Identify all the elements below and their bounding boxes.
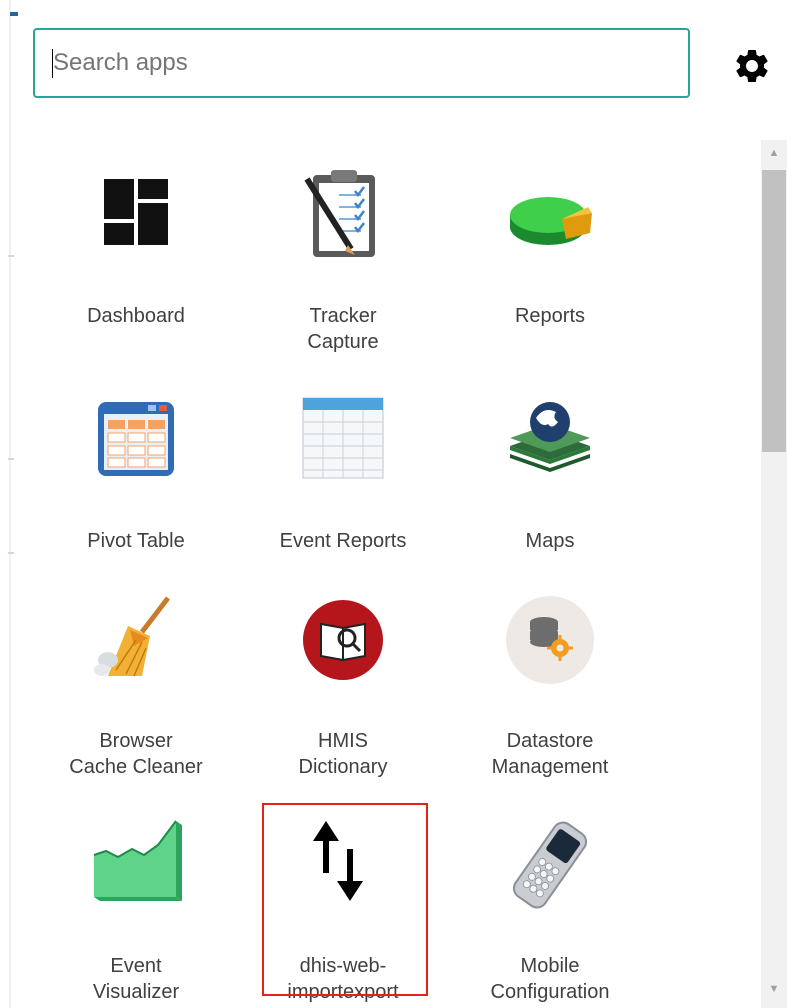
app-label: dhis-web- importexport [287, 955, 399, 1003]
book-magnifier-icon [293, 590, 393, 690]
pie-chart-icon [500, 165, 600, 265]
scroll-thumb[interactable] [762, 170, 786, 452]
app-dashboard[interactable]: Dashboard [36, 165, 236, 375]
app-dhis-web-importexport[interactable]: dhis-web- importexport [243, 815, 443, 1008]
dashboard-icon [86, 165, 186, 265]
up-down-arrows-icon [293, 815, 393, 915]
app-reports[interactable]: Reports [450, 165, 650, 375]
app-label: Event Reports [279, 530, 407, 552]
search-input[interactable] [53, 30, 673, 96]
left-edge-accent [10, 12, 18, 16]
area-chart-icon [86, 815, 186, 915]
globe-layers-icon [500, 390, 600, 490]
spreadsheet-icon [293, 390, 393, 490]
app-pivot-table[interactable]: Pivot Table [36, 390, 236, 600]
app-mobile-configuration[interactable]: Mobile Configuration [450, 815, 650, 1008]
app-maps[interactable]: Maps [450, 390, 650, 600]
search-box[interactable] [33, 28, 690, 98]
app-datastore-management[interactable]: Datastore Management [450, 590, 650, 800]
app-tracker-capture[interactable]: Tracker Capture [243, 165, 443, 375]
app-label: Pivot Table [87, 530, 185, 552]
database-gear-icon [500, 590, 600, 690]
app-menu-panel: Dashboard [0, 0, 787, 1008]
app-event-reports[interactable]: Event Reports [243, 390, 443, 600]
gear-icon[interactable] [732, 46, 772, 86]
app-hmis-dictionary[interactable]: HMIS Dictionary [243, 590, 443, 800]
app-browser-cache-cleaner[interactable]: Browser Cache Cleaner [36, 590, 236, 800]
app-label: Browser Cache Cleaner [69, 730, 203, 778]
app-grid: Dashboard Tracker Capture Reports Pivot … [0, 140, 760, 1008]
app-label: Maps [525, 530, 575, 552]
app-label: Tracker Capture [307, 305, 379, 353]
app-label: Mobile Configuration [490, 955, 610, 1003]
scroll-up-arrow-icon[interactable]: ▲ [761, 140, 787, 166]
text-cursor [52, 49, 53, 78]
app-label: Reports [514, 305, 586, 327]
app-label: Dashboard [87, 305, 185, 327]
app-label: Event Visualizer [92, 955, 180, 1003]
mobile-phone-icon [500, 815, 600, 915]
app-event-visualizer[interactable]: Event Visualizer [36, 815, 236, 1008]
app-label: Datastore Management [491, 730, 609, 778]
pivot-table-icon [86, 390, 186, 490]
broom-icon [86, 590, 186, 690]
scrollbar[interactable]: ▲ ▼ [761, 140, 787, 1008]
app-label: HMIS Dictionary [298, 730, 388, 778]
clipboard-checklist-icon [293, 165, 393, 265]
scroll-down-arrow-icon[interactable]: ▼ [761, 976, 787, 1002]
